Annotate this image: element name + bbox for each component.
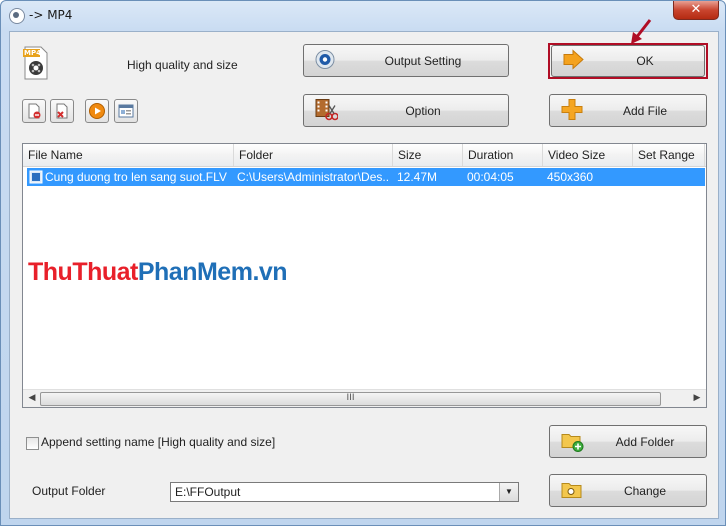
file-name-cell: Cung duong tro len sang suot.FLV: [45, 170, 227, 184]
output-folder-value: E:\FFOutput: [175, 485, 241, 499]
column-video-size[interactable]: Video Size: [543, 144, 633, 166]
info-button[interactable]: [114, 99, 138, 123]
close-button[interactable]: ✕: [673, 1, 719, 20]
output-setting-label: Output Setting: [384, 53, 462, 68]
dialog-client-area: MP4 High quality and size Output Setting…: [9, 19, 719, 519]
info-icon: [118, 104, 134, 118]
add-folder-icon: [560, 428, 584, 455]
set-range-cell: [633, 168, 703, 186]
gear-icon: [314, 48, 336, 73]
watermark-part1: ThuThuat: [28, 258, 138, 286]
clear-list-icon: [56, 103, 68, 119]
window-title: -> MP4: [29, 8, 73, 22]
file-row[interactable]: Cung duong tro len sang suot.FLV C:\User…: [27, 168, 705, 186]
plus-icon: [560, 97, 584, 124]
mp4-format-icon: MP4: [22, 46, 50, 80]
horizontal-scrollbar[interactable]: ◀ III ▶: [23, 389, 706, 407]
append-setting-label[interactable]: Append setting name [High quality and si…: [41, 435, 275, 449]
add-folder-label: Add Folder: [615, 434, 675, 449]
title-bar[interactable]: -> MP4 ✕: [1, 1, 725, 31]
output-folder-label: Output Folder: [32, 484, 106, 498]
change-label: Change: [623, 483, 667, 498]
ok-highlight-box: [548, 43, 708, 79]
column-set-range[interactable]: Set Range: [633, 144, 705, 166]
play-icon: [89, 103, 105, 119]
pointer-arrow-icon: [628, 18, 654, 46]
video-size-cell: 450x360: [547, 170, 594, 184]
remove-file-button[interactable]: [22, 99, 46, 123]
clear-list-button[interactable]: [50, 99, 74, 123]
change-button[interactable]: Change: [549, 474, 707, 507]
option-button[interactable]: Option: [303, 94, 509, 127]
app-icon: [9, 8, 25, 24]
option-label: Option: [405, 103, 441, 118]
column-file-name[interactable]: File Name: [23, 144, 234, 166]
file-list-header: File Name Folder Size Duration Video Siz…: [23, 144, 706, 167]
watermark-part2: PhanMem: [137, 258, 253, 286]
watermark-part3: .vn: [252, 258, 288, 286]
column-duration[interactable]: Duration: [463, 144, 543, 166]
preset-description: High quality and size: [127, 58, 238, 72]
add-folder-button[interactable]: Add Folder: [549, 425, 707, 458]
main-window: -> MP4 ✕ MP4 High quality and size Outpu…: [0, 0, 726, 526]
duration-cell: 00:04:05: [467, 170, 514, 184]
mp4-badge-text: MP4: [24, 49, 41, 57]
output-setting-button[interactable]: Output Setting: [303, 44, 509, 77]
scroll-left-arrow[interactable]: ◀: [25, 392, 39, 404]
folder-cell: C:\Users\Administrator\Des...: [237, 170, 390, 184]
play-button[interactable]: [85, 99, 109, 123]
size-cell: 12.47M: [397, 170, 438, 184]
output-folder-select[interactable]: E:\FFOutput ▼: [170, 482, 519, 502]
film-scissors-icon: [314, 97, 339, 124]
scroll-right-arrow[interactable]: ▶: [690, 392, 704, 404]
add-file-label: Add File: [622, 103, 668, 118]
remove-file-icon: [28, 103, 41, 119]
watermark-logo: ThuThuatPhanMem.vn: [28, 258, 288, 287]
column-folder[interactable]: Folder: [234, 144, 393, 166]
chevron-down-icon[interactable]: ▼: [499, 483, 518, 501]
column-size[interactable]: Size: [393, 144, 463, 166]
append-setting-checkbox[interactable]: [26, 437, 39, 450]
scroll-thumb[interactable]: III: [40, 392, 661, 406]
folder-browse-icon: [560, 478, 584, 503]
add-file-button[interactable]: Add File: [549, 94, 707, 127]
